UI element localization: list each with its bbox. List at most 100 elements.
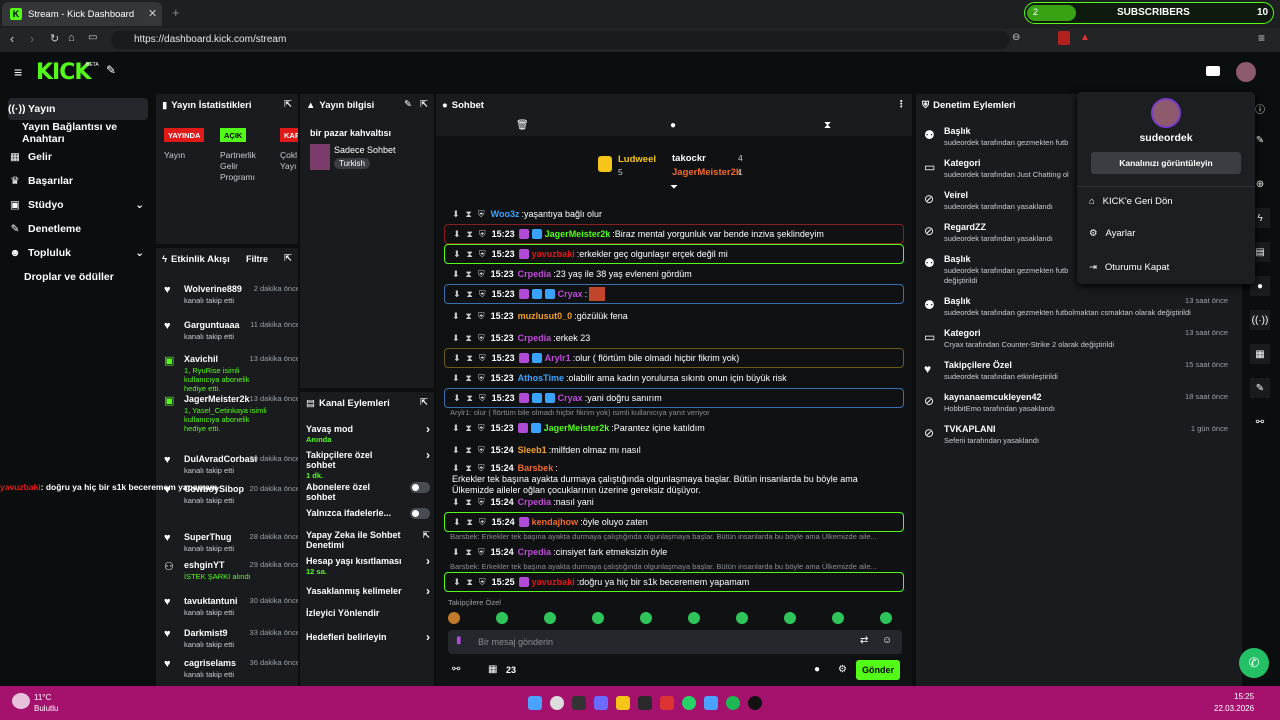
channel-action-row[interactable]: İzleyici Yönlendir <box>306 608 430 618</box>
chat-message[interactable]: ⬇ ⧗ ⛨ 15:23 Crpedia: 23 yaş ile 38 yaş evlen… <box>444 264 904 284</box>
message-username[interactable]: Sleeb1 <box>518 445 547 455</box>
shield-icon[interactable]: ⛨ <box>478 311 485 322</box>
channel-action-row[interactable]: Hedefleri belirleyin › <box>306 631 430 643</box>
shield-icon[interactable]: ⛨ <box>478 463 485 474</box>
pin-icon[interactable]: ⬇ <box>452 445 460 456</box>
hourglass-icon[interactable]: ⧗ <box>466 423 472 434</box>
sidebar-item-droplar[interactable]: Droplar ve ödüller <box>8 266 148 288</box>
channel-action-row[interactable]: Yasaklanmış kelimeler › <box>306 585 430 597</box>
reply-context[interactable]: Barsbek: Erkekler tek başına ayakta durm… <box>450 532 900 541</box>
hourglass-icon[interactable]: ⧗ <box>824 120 831 131</box>
shield-icon[interactable]: ⛨ <box>478 209 485 220</box>
hourglass-icon[interactable]: ⧗ <box>466 463 472 474</box>
channel-action-row[interactable]: Yalnızca ifadelerle... <box>306 508 430 519</box>
emote-icon[interactable] <box>592 612 604 624</box>
hourglass-icon[interactable]: ⧗ <box>467 393 473 404</box>
channel-action-row[interactable]: Hesap yaşı kısıtlaması 12 sa. › <box>306 555 430 577</box>
pin-icon[interactable]: ⬇ <box>452 333 460 344</box>
pin-icon[interactable]: ⬇ <box>452 269 460 280</box>
spotify-icon[interactable] <box>726 696 740 710</box>
pin-icon[interactable]: ✎ <box>106 63 116 77</box>
pin-icon[interactable]: ⬇ <box>453 517 461 528</box>
chat-bubble-icon[interactable]: ● <box>670 120 676 131</box>
start-icon[interactable] <box>528 696 542 710</box>
hourglass-icon[interactable]: ⧗ <box>466 373 472 384</box>
message-username[interactable]: Crpedia <box>518 547 552 557</box>
pin-icon[interactable]: ⬇ <box>453 353 461 364</box>
message-username[interactable]: Woo3z <box>491 209 520 219</box>
message-username[interactable]: Cryax <box>558 289 583 299</box>
pin-icon[interactable]: ⬇ <box>452 423 460 434</box>
chat-message[interactable]: ⬇ ⧗ ⛨ 15:25 yavuzbaki: doğru ya hiç bir s1k … <box>444 572 904 592</box>
tab-close-icon[interactable]: ✕ <box>148 7 157 20</box>
chat-message[interactable]: ⬇ ⧗ ⛨ 15:23 Cryax: <box>444 284 904 304</box>
pin-icon[interactable]: ⬇ <box>453 393 461 404</box>
reply-context[interactable]: Barsbek: Erkekler tek başına ayakta durm… <box>450 562 900 571</box>
hourglass-icon[interactable]: ⧗ <box>466 333 472 344</box>
emote-icon[interactable] <box>448 612 460 624</box>
avatar[interactable] <box>1236 62 1256 82</box>
translate-icon[interactable]: ⇄ <box>860 635 868 646</box>
reload-icon[interactable]: ↻ <box>50 32 59 45</box>
chat-more-icon[interactable]: ⋮ <box>897 99 907 110</box>
external-link-icon[interactable]: ⇱ <box>422 530 430 540</box>
popout-icon[interactable]: ⇱ <box>284 99 292 110</box>
message-username[interactable]: kendajhow <box>532 517 579 527</box>
emote-icon[interactable] <box>544 612 556 624</box>
app-icon[interactable] <box>638 696 652 710</box>
obs-icon[interactable] <box>748 696 762 710</box>
task-view-icon[interactable] <box>572 696 586 710</box>
message-username[interactable]: Arylr1 <box>545 353 571 363</box>
message-username[interactable]: Crpedia <box>518 269 552 279</box>
trash-icon[interactable]: 🗑 <box>516 120 529 131</box>
store-icon[interactable]: ▦ <box>488 664 497 675</box>
shield-icon[interactable]: ⛨ <box>478 333 485 344</box>
forward-icon[interactable]: › <box>30 31 34 46</box>
channel-action-row[interactable]: Yavaş mod Anında › <box>306 423 430 445</box>
emote-icon[interactable] <box>784 612 796 624</box>
microphone-icon[interactable]: ▮ <box>456 635 462 646</box>
shield-icon[interactable]: ⛨ <box>478 547 485 558</box>
whatsapp-icon[interactable] <box>682 696 696 710</box>
hourglass-icon[interactable]: ⧗ <box>467 517 473 528</box>
search-icon[interactable] <box>550 696 564 710</box>
chat-message[interactable]: ⬇ ⧗ ⛨ 15:23 Cryax: yani doğru sanırım <box>444 388 904 408</box>
channel-action-row[interactable]: Yapay Zeka ile Sohbet Denetimi ⇱ <box>306 530 430 550</box>
hourglass-icon[interactable]: ⧗ <box>466 269 472 280</box>
popout-icon[interactable]: ⇱ <box>420 99 428 110</box>
shield-extension-icon[interactable] <box>1058 31 1070 45</box>
back-icon[interactable]: ‹ <box>10 31 14 46</box>
wrench-icon[interactable]: ✎ <box>1250 378 1270 398</box>
home-icon[interactable]: ⌂ <box>68 32 75 44</box>
pin-icon[interactable]: ⬇ <box>452 463 460 474</box>
pin-icon[interactable]: ⬇ <box>453 289 461 300</box>
menu-item-logout[interactable]: ⇥ Oturumu Kapat <box>1089 262 1249 278</box>
toggle-switch[interactable] <box>410 508 430 519</box>
chat-message[interactable]: ⬇ ⧗ ⛨ 15:24 kendajhow: öyle oluyo zaten <box>444 512 904 532</box>
chat-message[interactable]: ⬇ ⧗ ⛨ 15:23 muzlusut0_0: gözülük fena <box>444 306 904 326</box>
chat-message[interactable]: ⬇ ⧗ ⛨ Woo3z: yaşantıya bağlı olur <box>444 204 904 224</box>
message-username[interactable]: Crpedia <box>518 333 552 343</box>
emote-icon[interactable] <box>736 612 748 624</box>
menu-item-settings[interactable]: ⚙ Ayarlar <box>1089 228 1249 244</box>
shield-icon[interactable]: ⛨ <box>478 423 485 434</box>
sidebar-item-stream-key[interactable]: Yayın Bağlantısı ve Anahtarı <box>8 121 158 145</box>
chat-message[interactable]: ⬇ ⧗ ⛨ 15:23 JagerMeister2k: Parantez içine k… <box>444 418 904 438</box>
hourglass-icon[interactable]: ⧗ <box>466 445 472 456</box>
shield-icon[interactable]: ⛨ <box>478 269 485 280</box>
shield-icon[interactable]: ⛨ <box>478 373 485 384</box>
emote-icon[interactable] <box>688 612 700 624</box>
kick-badge-icon[interactable] <box>1206 66 1220 76</box>
collapse-icon[interactable]: ⏷ <box>670 182 678 193</box>
chat-message[interactable]: ⬇ ⧗ ⛨ 15:23 JagerMeister2k: Biraz mental yor… <box>444 224 904 244</box>
emote-icon[interactable] <box>640 612 652 624</box>
url-field[interactable]: https://dashboard.kick.com/stream <box>110 31 1010 49</box>
hourglass-icon[interactable]: ⧗ <box>467 289 473 300</box>
chat-message[interactable]: ⬇ ⧗ ⛨ 15:23 yavuzbaki: erkekler geç olgunlaş… <box>444 244 904 264</box>
pin-icon[interactable]: ⬇ <box>453 249 461 260</box>
shield-icon[interactable]: ⛨ <box>479 577 486 588</box>
shield-icon[interactable]: ⛨ <box>479 229 486 240</box>
filter-button[interactable]: Filtre <box>246 254 268 264</box>
pin-icon[interactable]: ⬇ <box>452 547 460 558</box>
emote-icon[interactable] <box>880 612 892 624</box>
